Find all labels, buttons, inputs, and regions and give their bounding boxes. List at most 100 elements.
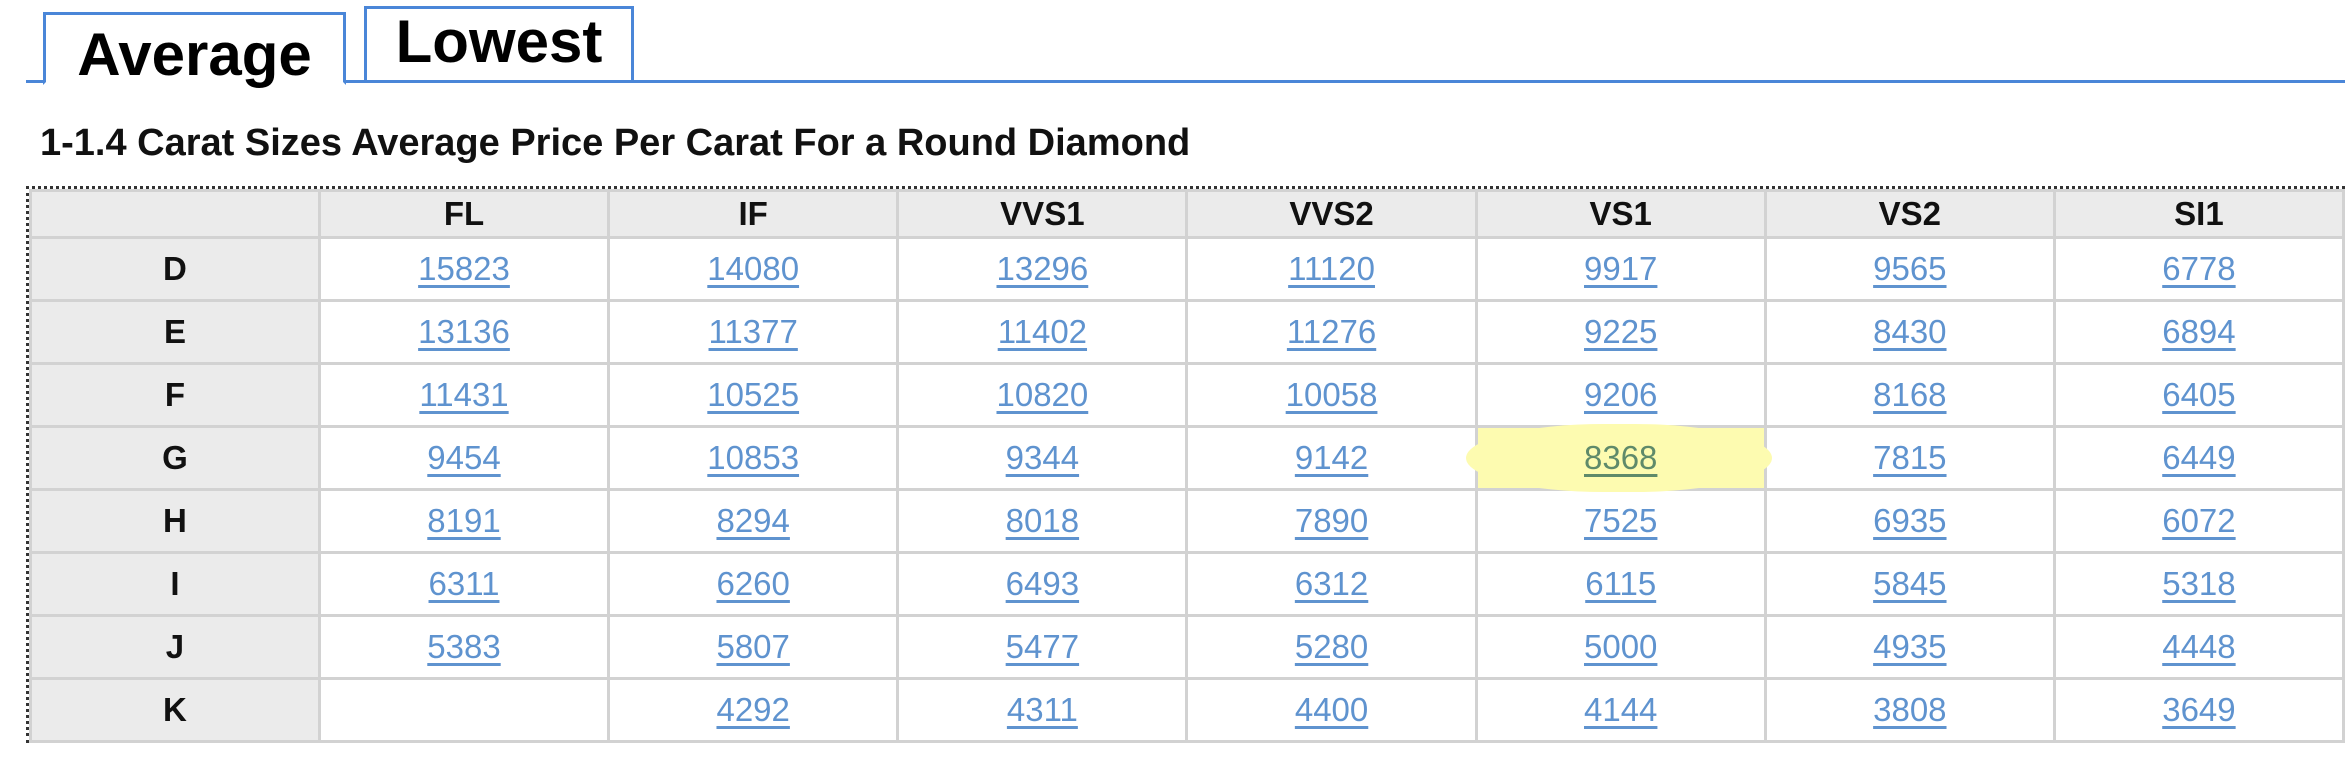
price-link[interactable]: 6311: [429, 565, 500, 602]
price-link[interactable]: 11402: [998, 313, 1087, 350]
price-link[interactable]: 4448: [2162, 628, 2235, 665]
price-link[interactable]: 3808: [1873, 691, 1946, 728]
price-cell: 8430: [1763, 299, 2056, 365]
price-cell: 3808: [1763, 677, 2056, 743]
price-link[interactable]: 9454: [427, 439, 500, 476]
price-link[interactable]: 14080: [707, 250, 799, 287]
price-cell: 6894: [2052, 299, 2345, 365]
column-header-vs2: VS2: [1763, 189, 2056, 239]
price-cell: 8294: [607, 488, 900, 554]
price-cell: 6312: [1185, 551, 1478, 617]
price-link[interactable]: 6405: [2162, 376, 2235, 413]
price-link[interactable]: 4144: [1584, 691, 1657, 728]
price-cell: 9917: [1474, 236, 1767, 302]
price-link[interactable]: 10820: [996, 376, 1088, 413]
price-cell: 5280: [1185, 614, 1478, 680]
price-link[interactable]: 7525: [1584, 502, 1657, 539]
price-link[interactable]: 4935: [1873, 628, 1946, 665]
price-cell: 9225: [1474, 299, 1767, 365]
price-link[interactable]: 7890: [1295, 502, 1368, 539]
price-link[interactable]: 11377: [709, 313, 798, 350]
price-link[interactable]: 8168: [1873, 376, 1946, 413]
price-link[interactable]: 9142: [1295, 439, 1368, 476]
table-row-j: J 5383 5807 5477 5280 5000 4935 4448: [29, 614, 2345, 680]
column-header-if: IF: [607, 189, 900, 239]
price-cell: 6405: [2052, 362, 2345, 428]
price-link[interactable]: 15823: [418, 250, 510, 287]
price-link[interactable]: 10525: [707, 376, 799, 413]
column-header-si1: SI1: [2052, 189, 2345, 239]
tab-lowest[interactable]: Lowest: [364, 6, 634, 83]
row-header: F: [29, 362, 321, 428]
price-link[interactable]: 6935: [1873, 502, 1946, 539]
price-cell: 6935: [1763, 488, 2056, 554]
price-link[interactable]: 9344: [1006, 439, 1079, 476]
price-cell: 13296: [896, 236, 1189, 302]
price-link[interactable]: 5477: [1006, 628, 1079, 665]
price-link[interactable]: 8368: [1584, 439, 1657, 476]
price-link[interactable]: 6778: [2162, 250, 2235, 287]
price-link[interactable]: 10058: [1286, 376, 1378, 413]
price-cell: 5383: [317, 614, 611, 680]
price-link[interactable]: 6072: [2162, 502, 2235, 539]
table-row-g: G 9454 10853 9344 9142 8368 7815 6449: [29, 425, 2345, 494]
price-cell: 6115: [1474, 551, 1767, 617]
price-link[interactable]: 13296: [996, 250, 1088, 287]
page-title: 1-1.4 Carat Sizes Average Price Per Cara…: [40, 122, 1191, 164]
price-cell: 4144: [1474, 677, 1767, 743]
tab-average[interactable]: Average: [43, 12, 346, 88]
price-cell: 7890: [1185, 488, 1478, 554]
price-table: FL IF VVS1 VVS2 VS1 VS2 SI1 D 15823 14080 13296 11…: [29, 189, 2345, 743]
price-link[interactable]: 8430: [1873, 313, 1946, 350]
price-cell: 9344: [896, 425, 1189, 491]
price-cell: 6449: [2052, 425, 2345, 491]
price-cell: 5477: [896, 614, 1189, 680]
price-link[interactable]: 3649: [2162, 691, 2235, 728]
table-row-f: F 11431 10525 10820 10058 9206 8168 6405: [29, 362, 2345, 428]
price-cell: 4448: [2052, 614, 2345, 680]
price-link[interactable]: 6894: [2162, 313, 2235, 350]
price-link[interactable]: 6493: [1006, 565, 1079, 602]
price-link[interactable]: 13136: [418, 313, 510, 350]
price-cell: 4400: [1185, 677, 1478, 743]
price-cell: 4292: [607, 677, 900, 743]
price-cell: 10058: [1185, 362, 1478, 428]
price-link[interactable]: 5383: [427, 628, 500, 665]
price-link[interactable]: 5318: [2162, 565, 2235, 602]
price-link[interactable]: 9917: [1584, 250, 1657, 287]
price-link[interactable]: 6312: [1295, 565, 1368, 602]
price-cell: 7525: [1474, 488, 1767, 554]
price-table-container: FL IF VVS1 VVS2 VS1 VS2 SI1 D 15823 14080 13296 11…: [26, 186, 2345, 743]
price-cell: 6493: [896, 551, 1189, 617]
price-link[interactable]: 6260: [716, 565, 789, 602]
row-header: E: [29, 299, 321, 365]
price-link[interactable]: 11276: [1287, 313, 1376, 350]
row-header: G: [29, 425, 321, 491]
price-link[interactable]: 11431: [419, 376, 508, 413]
price-link[interactable]: 8191: [427, 502, 500, 539]
price-link[interactable]: 4311: [1007, 691, 1078, 728]
price-link[interactable]: 4400: [1295, 691, 1368, 728]
price-link[interactable]: 10853: [707, 439, 799, 476]
price-cell: 8368: [1467, 425, 1774, 494]
price-cell: 11377: [607, 299, 900, 365]
price-link[interactable]: 9565: [1873, 250, 1946, 287]
price-link[interactable]: 5280: [1295, 628, 1368, 665]
price-link[interactable]: 5807: [716, 628, 789, 665]
price-link[interactable]: 4292: [716, 691, 789, 728]
price-link[interactable]: 11120: [1288, 250, 1375, 287]
price-link[interactable]: 9225: [1584, 313, 1657, 350]
price-cell: 8191: [317, 488, 611, 554]
price-link[interactable]: 8294: [716, 502, 789, 539]
price-cell: 10820: [896, 362, 1189, 428]
price-link[interactable]: 5845: [1873, 565, 1946, 602]
price-link[interactable]: 6449: [2162, 439, 2235, 476]
price-link[interactable]: 5000: [1584, 628, 1657, 665]
price-link[interactable]: 6115: [1585, 565, 1656, 602]
price-link[interactable]: 7815: [1873, 439, 1946, 476]
table-row-d: D 15823 14080 13296 11120 9917 9565 6778: [29, 236, 2345, 302]
price-link[interactable]: 8018: [1006, 502, 1079, 539]
price-cell: 9142: [1185, 425, 1478, 491]
price-cell: 3649: [2052, 677, 2345, 743]
price-link[interactable]: 9206: [1584, 376, 1657, 413]
